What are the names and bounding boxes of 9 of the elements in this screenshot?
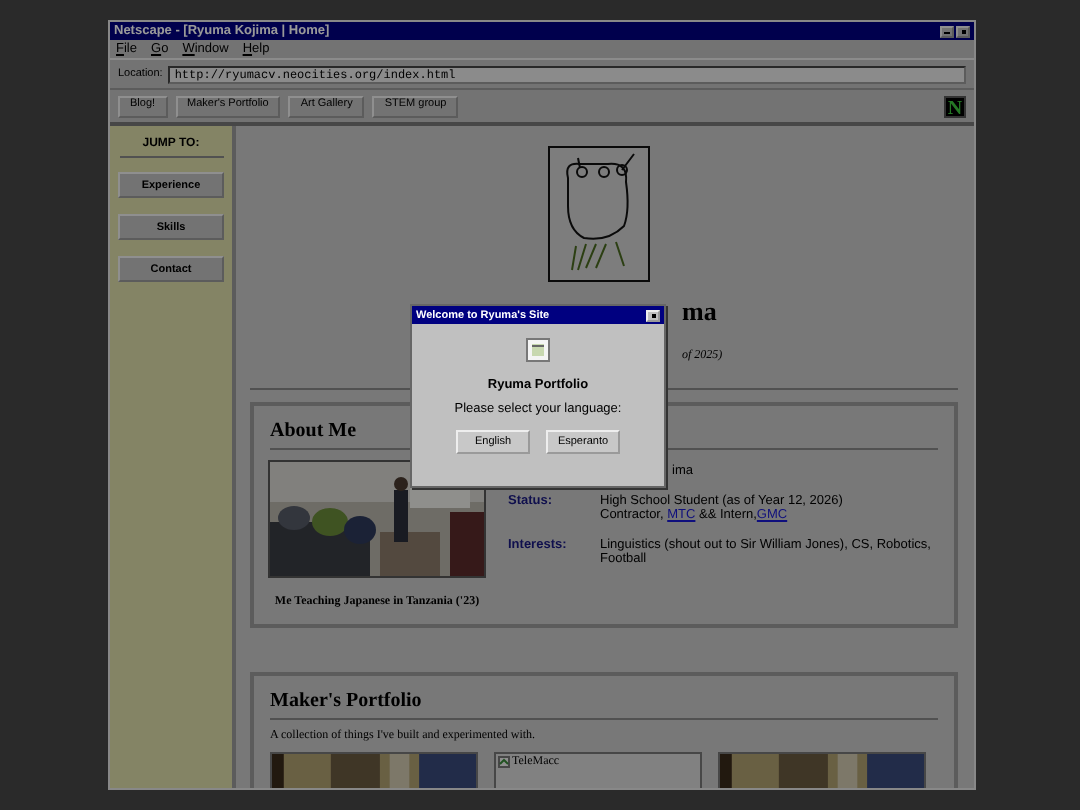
section-heading: About Me (270, 420, 357, 442)
close-button[interactable] (646, 309, 660, 321)
doodle-drawing (548, 146, 650, 282)
logo: N (944, 95, 966, 117)
site-icon (526, 338, 550, 362)
minimize-button[interactable] (940, 25, 954, 37)
section-heading: Maker's Portfolio (270, 690, 422, 712)
close-button[interactable] (956, 25, 970, 37)
page-heading: ma (682, 296, 717, 326)
